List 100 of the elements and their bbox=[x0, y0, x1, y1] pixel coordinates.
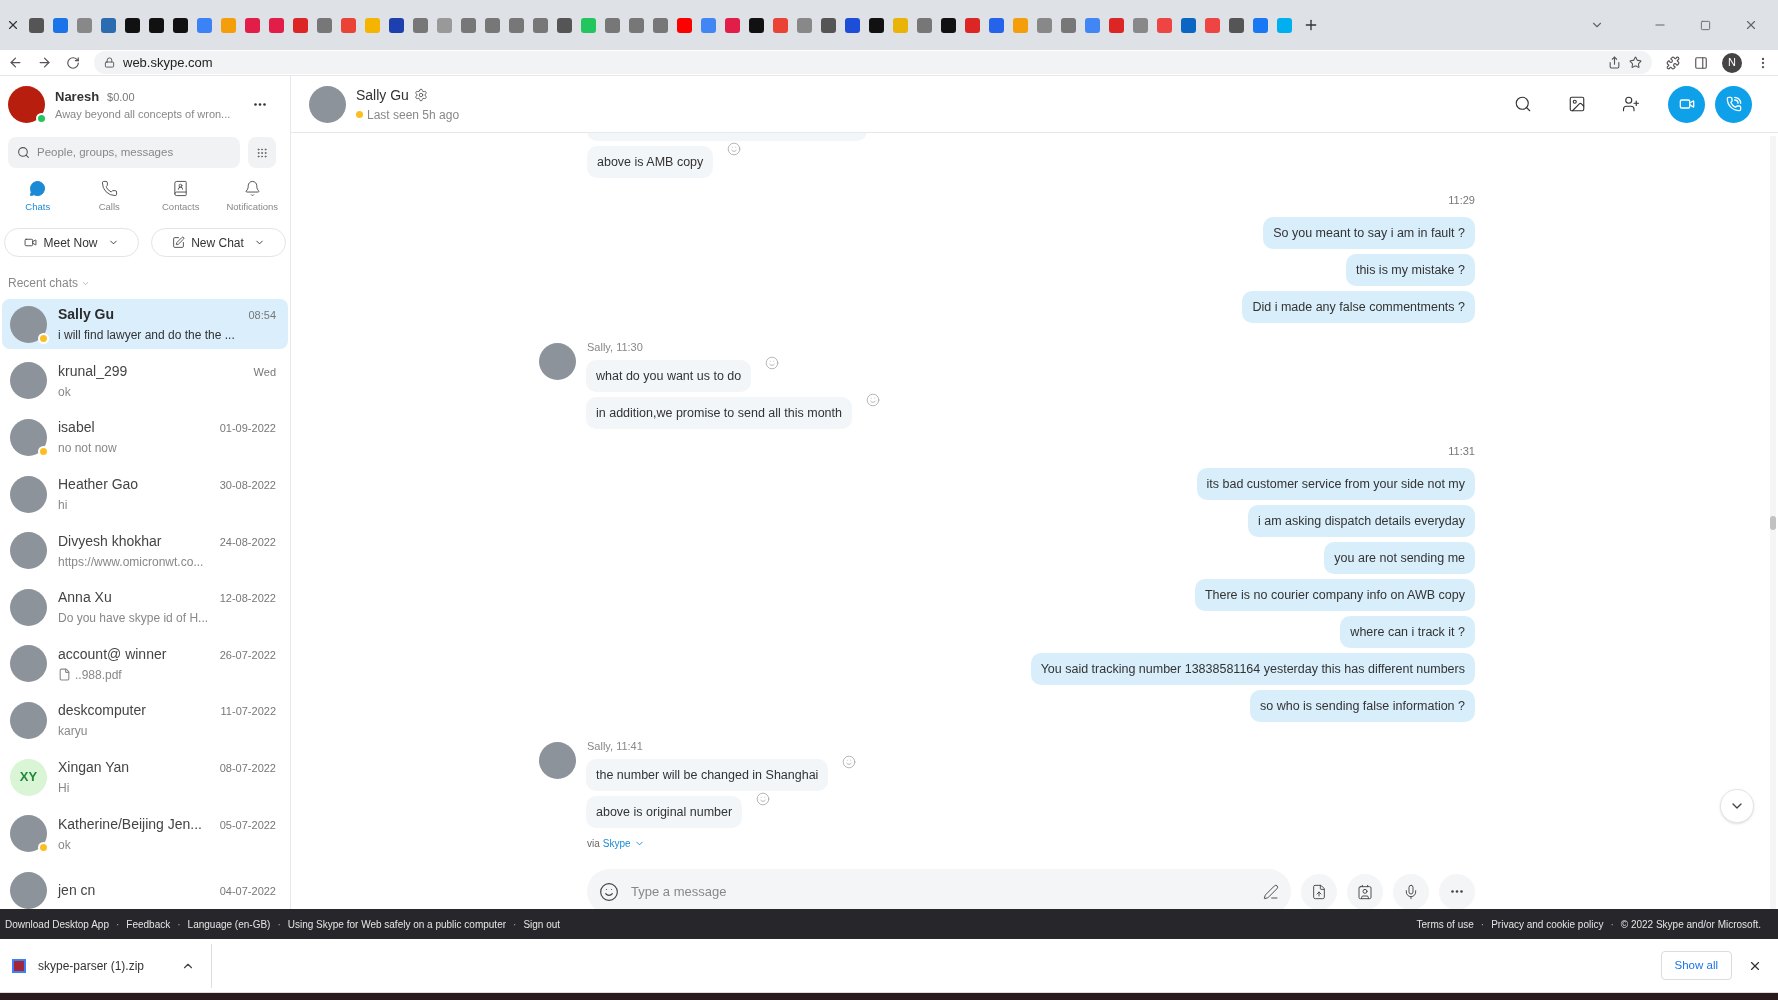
chat-time: 01-09-2022 bbox=[219, 421, 276, 437]
browser-tab-favicon-icon[interactable] bbox=[869, 17, 884, 33]
message-input[interactable]: Type a message bbox=[631, 881, 1251, 902]
profile-avatar[interactable]: N bbox=[1722, 52, 1742, 73]
chat-list-item[interactable]: deskcomputer 11-07-2022 karyu bbox=[2, 695, 288, 746]
settings-icon[interactable] bbox=[413, 88, 428, 102]
browser-tab-favicon-icon[interactable] bbox=[941, 17, 956, 33]
browser-tab-favicon-icon[interactable] bbox=[749, 17, 764, 33]
search-input[interactable]: People, groups, messages bbox=[37, 143, 231, 162]
reaction-smiley-icon[interactable] bbox=[756, 792, 771, 806]
bookmark-star-icon[interactable] bbox=[1629, 56, 1642, 69]
avatar-photo-placeholder bbox=[10, 701, 47, 739]
reload-icon[interactable] bbox=[66, 55, 80, 70]
chat-list-item[interactable]: Divyesh khokhar 24-08-2022 https://www.omicronwt.co... bbox=[2, 525, 288, 576]
message-bubble: above is AMB copy bbox=[587, 146, 714, 178]
chat-list-item[interactable]: XY Xingan Yan 08-07-2022 Hi bbox=[2, 752, 288, 802]
composer-tool-button[interactable] bbox=[1301, 873, 1337, 909]
chat-list-item[interactable]: Sally Gu 08:54 i will find lawyer and do the the ... bbox=[2, 299, 288, 350]
separator-dot: · bbox=[1610, 917, 1614, 932]
dial-pad-button[interactable] bbox=[248, 137, 276, 168]
composer-tool-button[interactable] bbox=[1347, 873, 1383, 909]
chat-list-item[interactable]: isabel 01-09-2022 no not now bbox=[2, 412, 288, 463]
avatar-photo-placeholder bbox=[10, 871, 47, 909]
pen-icon[interactable] bbox=[1263, 883, 1279, 900]
gallery-icon[interactable] bbox=[1568, 95, 1586, 113]
separator-dot: · bbox=[277, 917, 281, 932]
audio-call-button[interactable] bbox=[1715, 85, 1752, 123]
browser-tab-favicon-icon[interactable] bbox=[173, 17, 188, 33]
section-heading[interactable]: Recent chats bbox=[8, 274, 79, 293]
side-panel-icon[interactable] bbox=[1694, 55, 1708, 70]
composer-tool-button[interactable] bbox=[1393, 873, 1429, 909]
chat-time: 04-07-2022 bbox=[219, 883, 276, 899]
chat-list-item[interactable]: jen cn 04-07-2022 bbox=[2, 865, 288, 909]
more-icon[interactable] bbox=[254, 103, 266, 106]
sender-time: Sally, 11:30 bbox=[586, 339, 644, 355]
forward-icon[interactable] bbox=[37, 55, 52, 70]
footer-link[interactable]: Using Skype for Web safely on a public computer bbox=[287, 916, 507, 932]
via-label: via bbox=[587, 837, 600, 851]
chat-list-item[interactable]: krunal_299 Wed ok bbox=[2, 355, 288, 406]
message-bubble: its bad customer service from your side not my bbox=[1196, 467, 1475, 500]
search-icon[interactable] bbox=[1514, 95, 1532, 113]
restore-icon[interactable] bbox=[1700, 19, 1711, 31]
chat-preview: ..988.pdf bbox=[75, 666, 122, 684]
last-seen-status: Last seen 5h ago bbox=[367, 106, 460, 124]
download-file-name[interactable]: skype-parser (1).zip bbox=[38, 956, 169, 975]
show-all-button[interactable]: Show all bbox=[1660, 951, 1732, 980]
new-tab-icon[interactable] bbox=[1303, 17, 1319, 33]
conversation-title: Sally Gu bbox=[356, 85, 409, 105]
address-bar[interactable]: web.skype.com bbox=[94, 51, 1652, 74]
message-composer[interactable]: Type a message bbox=[587, 869, 1291, 909]
back-icon[interactable] bbox=[8, 55, 23, 70]
reaction-smiley-icon[interactable] bbox=[765, 356, 780, 370]
avatar-photo-placeholder bbox=[10, 418, 47, 456]
footer-link[interactable]: Language (en-GB) bbox=[187, 916, 271, 932]
contact-name: Heather Gao bbox=[58, 475, 139, 495]
reaction-smiley-icon[interactable] bbox=[727, 142, 742, 156]
nav-tab[interactable]: Calls bbox=[73, 180, 145, 215]
search-field[interactable]: People, groups, messages bbox=[8, 137, 240, 168]
contact-name: krunal_299 bbox=[58, 361, 128, 381]
separator-dot: · bbox=[1480, 917, 1485, 932]
footer-link[interactable]: © 2022 Skype and/or Microsoft. bbox=[1620, 916, 1761, 932]
avatar-photo-placeholder bbox=[10, 815, 47, 853]
scroll-down-button[interactable] bbox=[1720, 789, 1754, 823]
reaction-smiley-icon[interactable] bbox=[865, 393, 880, 407]
mood-message: Away beyond all concepts of wron... bbox=[55, 107, 232, 122]
close-icon[interactable] bbox=[6, 18, 20, 32]
phone-icon bbox=[100, 180, 118, 197]
video-call-button[interactable] bbox=[1668, 85, 1705, 123]
phone-icon bbox=[1725, 96, 1742, 112]
chat-list-item[interactable]: Katherine/Beijing Jen... 05-07-2022 ok bbox=[2, 808, 288, 859]
message-bubble: There is no courier company info on AWB copy bbox=[1194, 578, 1475, 611]
chat-time: 30-08-2022 bbox=[219, 478, 276, 494]
nav-tab[interactable]: Contacts bbox=[145, 180, 217, 215]
emoji-icon[interactable] bbox=[599, 881, 619, 902]
browser-tab-favicon-icon[interactable] bbox=[125, 17, 140, 33]
reaction-smiley-icon[interactable] bbox=[842, 755, 857, 769]
footer-link[interactable]: Download Desktop App bbox=[5, 916, 109, 932]
compose-icon bbox=[172, 236, 186, 250]
footer-link[interactable]: Feedback bbox=[126, 916, 171, 932]
chat-preview: Hi bbox=[58, 780, 70, 797]
browser-tab-favicon-icon[interactable] bbox=[389, 17, 404, 33]
via-link[interactable]: Skype bbox=[602, 836, 631, 851]
contact-name: Divyesh khokhar bbox=[58, 531, 162, 551]
avatar-photo-placeholder bbox=[539, 741, 576, 779]
footer-link[interactable]: Sign out bbox=[523, 916, 561, 932]
add-person-icon[interactable] bbox=[1622, 95, 1640, 113]
nav-tab[interactable]: Notifications bbox=[216, 180, 288, 215]
chat-preview: karyu bbox=[58, 723, 88, 741]
chat-list-item[interactable]: Heather Gao 30-08-2022 hi bbox=[2, 469, 288, 520]
avatar-photo-placeholder bbox=[8, 86, 45, 123]
nav-tab[interactable]: Chats bbox=[2, 180, 74, 215]
share-icon[interactable] bbox=[1608, 56, 1621, 69]
chat-list-item[interactable]: Anna Xu 12-08-2022 Do you have skype id of H... bbox=[2, 582, 288, 633]
message-bubble: above is original number bbox=[586, 796, 743, 828]
footer-link[interactable]: Terms of use bbox=[1416, 916, 1474, 932]
chat-list-item[interactable]: account@ winner 26-07-2022 ..988.pdf bbox=[2, 638, 288, 689]
contact-name: Anna Xu bbox=[58, 588, 112, 608]
extensions-icon[interactable] bbox=[1666, 55, 1680, 70]
browser-tab-favicon-icon[interactable] bbox=[149, 17, 164, 33]
footer-link[interactable]: Privacy and cookie policy bbox=[1491, 916, 1604, 932]
